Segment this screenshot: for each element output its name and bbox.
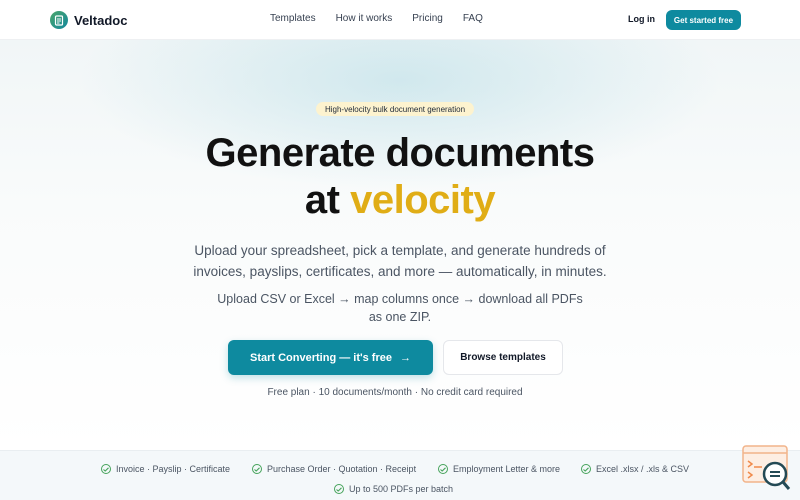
feature-item: Up to 500 PDFs per batch (334, 484, 453, 494)
feature-label: Employment Letter & more (453, 464, 561, 474)
check-circle-icon (438, 464, 448, 474)
nav-link-templates[interactable]: Templates (270, 13, 316, 24)
browse-templates-button[interactable]: Browse templates (443, 340, 563, 375)
plan-note: Free plan · 10 documents/month · No cred… (267, 387, 523, 398)
headline-accent: velocity (350, 178, 496, 222)
arrow-right-icon: → (399, 351, 411, 364)
start-converting-label: Start Converting — it's free (250, 351, 392, 364)
brand-name: Veltadoc (74, 12, 128, 28)
get-started-button[interactable]: Get started free (666, 10, 741, 30)
nav-link-faq[interactable]: FAQ (463, 13, 483, 24)
feature-label: Up to 500 PDFs per batch (349, 484, 454, 494)
check-circle-icon (334, 484, 344, 494)
top-navbar: Veltadoc Templates How it works Pricing … (0, 0, 800, 40)
headline-line-2: at velocity (0, 178, 800, 223)
login-link[interactable]: Log in (628, 14, 655, 24)
feature-item: Excel .xlsx / .xls & CSV (581, 464, 689, 474)
feature-item: Purchase Order · Quotation · Receipt (252, 464, 416, 474)
check-circle-icon (581, 464, 591, 474)
nav-link-how-it-works[interactable]: How it works (336, 13, 393, 24)
search-chat-icon[interactable] (742, 445, 792, 495)
feature-label: Purchase Order · Quotation · Receipt (267, 464, 417, 474)
nav-links: Templates How it works Pricing FAQ (270, 13, 483, 24)
start-converting-button[interactable]: Start Converting — it's free → (228, 340, 433, 375)
feature-item: Invoice · Payslip · Certificate (101, 464, 230, 474)
tagline-badge: High-velocity bulk document generation (316, 102, 474, 116)
brand[interactable]: Veltadoc (50, 11, 127, 29)
hero-subtitle: Upload your spreadsheet, pick a template… (193, 243, 607, 279)
hero-subtitle-steps: Upload CSV or Excel → map columns once →… (217, 292, 583, 324)
document-icon (50, 11, 68, 29)
check-circle-icon (252, 464, 262, 474)
headline-at: at (304, 178, 340, 222)
feature-label: Excel .xlsx / .xls & CSV (596, 464, 690, 474)
headline-line-1: Generate documents (205, 131, 595, 175)
feature-label: Invoice · Payslip · Certificate (116, 464, 231, 474)
check-circle-icon (101, 464, 111, 474)
nav-link-pricing[interactable]: Pricing (412, 13, 443, 24)
feature-item: Employment Letter & more (438, 464, 560, 474)
